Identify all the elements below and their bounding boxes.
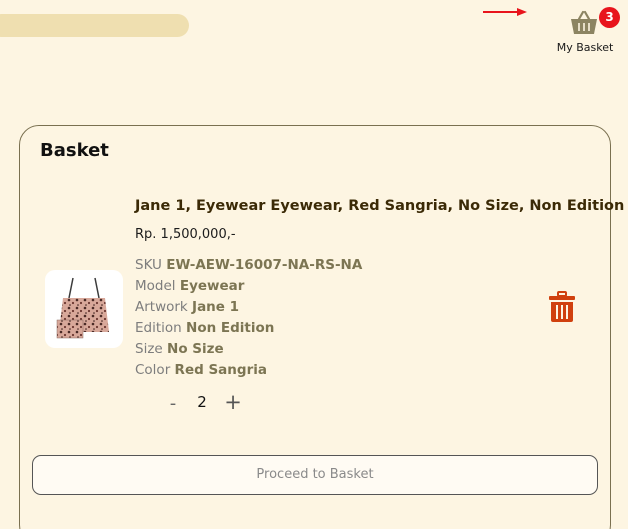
- basket-label: My Basket: [556, 41, 614, 54]
- proceed-to-basket-button[interactable]: Proceed to Basket: [32, 455, 598, 495]
- item-price: Rp. 1,500,000,-: [135, 227, 236, 242]
- quantity-stepper: - 2 +: [166, 390, 246, 416]
- attr-artwork: Artwork Jane 1: [135, 299, 240, 315]
- arrow-right-icon: [483, 8, 527, 16]
- item-title[interactable]: Jane 1, Eyewear Eyewear, Red Sangria, No…: [135, 198, 624, 214]
- product-image: [45, 270, 123, 348]
- tote-bag-image: [56, 277, 109, 339]
- qty-increase-button[interactable]: +: [224, 390, 242, 414]
- basket-panel: Basket Jane 1, Eyewear Eyewear, Red Sang…: [19, 125, 624, 529]
- attr-edition: Edition Non Edition: [135, 320, 275, 336]
- item-attributes: SKU EW-AEW-16007-NA-RS-NA Model Eyewear …: [135, 255, 362, 381]
- top-bar-placeholder: [0, 14, 189, 37]
- attr-sku: SKU EW-AEW-16007-NA-RS-NA: [135, 257, 363, 273]
- attr-model: Model Eyewear: [135, 278, 245, 294]
- my-basket-button[interactable]: 3 My Basket: [552, 6, 620, 58]
- attr-color: Color Red Sangria: [135, 362, 267, 378]
- trash-icon[interactable]: [548, 291, 576, 323]
- basket-title: Basket: [40, 140, 109, 161]
- basket-icon: [571, 10, 597, 34]
- basket-count-badge: 3: [599, 7, 620, 28]
- attr-size: Size No Size: [135, 341, 224, 357]
- qty-decrease-button[interactable]: -: [166, 393, 180, 414]
- qty-value: 2: [197, 393, 207, 411]
